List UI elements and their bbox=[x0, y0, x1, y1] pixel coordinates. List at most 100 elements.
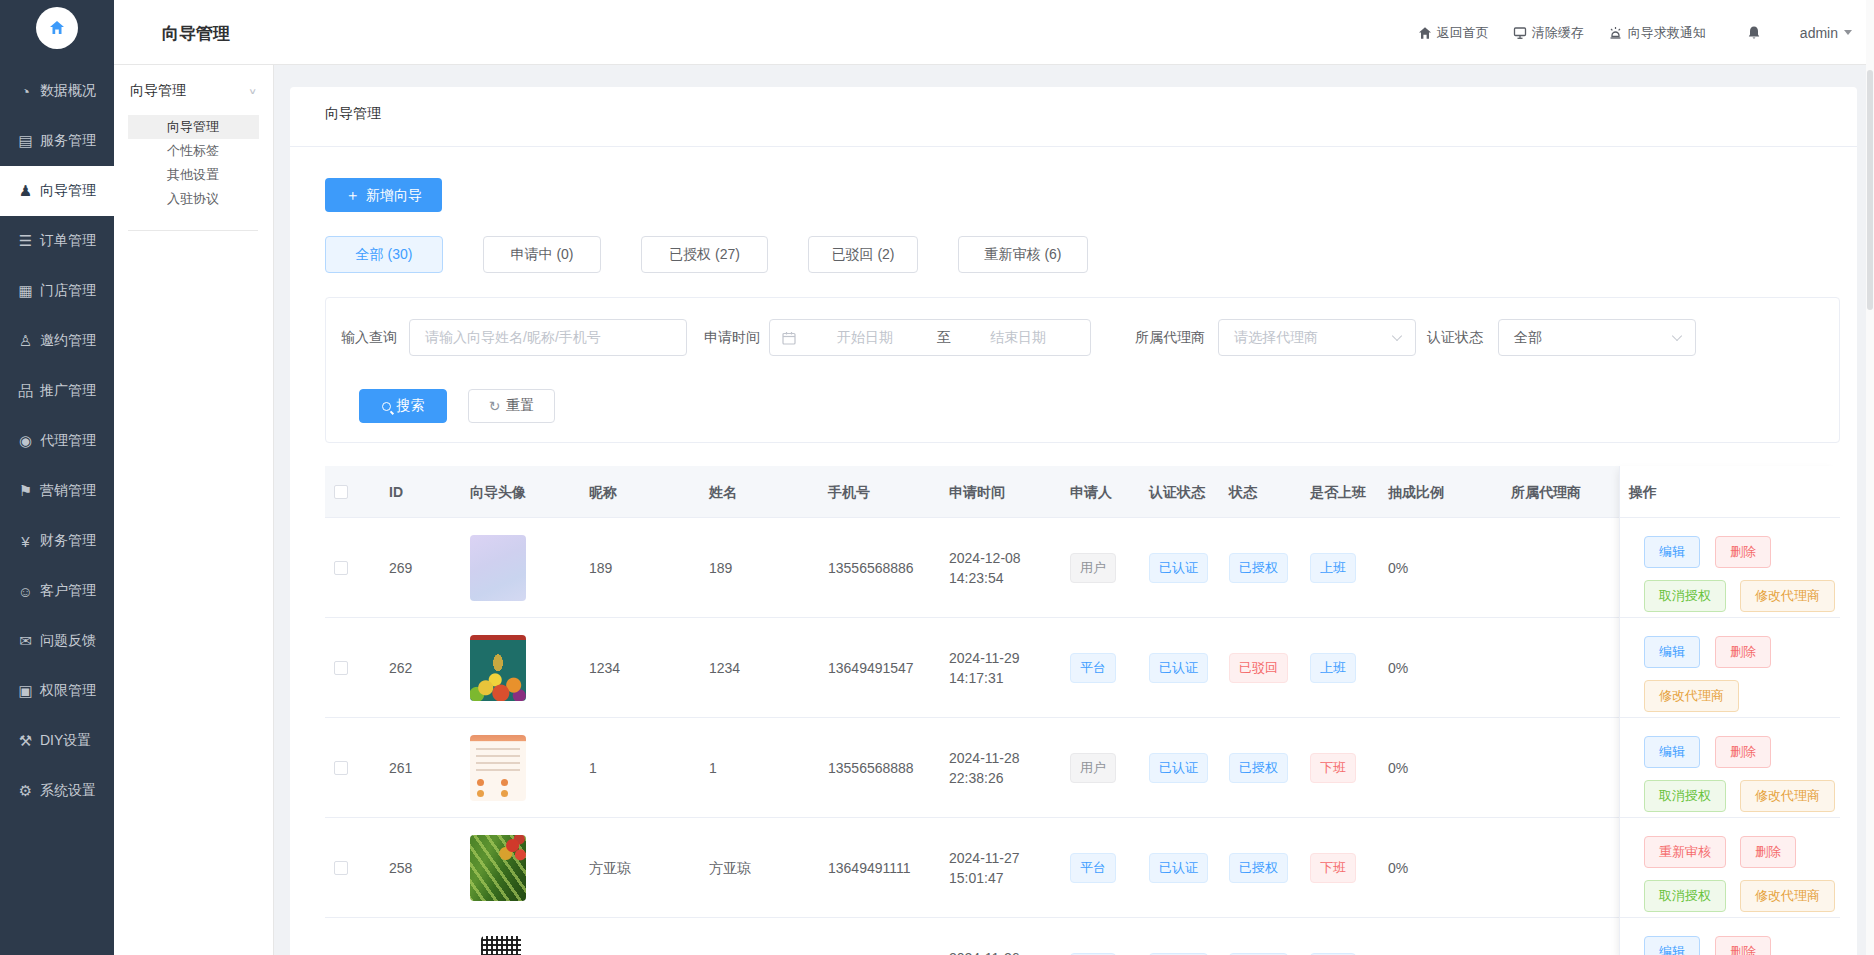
tab-2[interactable]: 已授权 (27) bbox=[641, 236, 768, 273]
time-label: 申请时间 bbox=[704, 319, 760, 356]
guide-avatar[interactable] bbox=[470, 535, 526, 601]
row-checkbox[interactable] bbox=[334, 561, 348, 575]
guide-avatar[interactable] bbox=[481, 936, 521, 955]
date-end-placeholder: 结束日期 bbox=[990, 329, 1046, 347]
screen-icon bbox=[1513, 26, 1532, 40]
guide-avatar[interactable] bbox=[470, 835, 526, 901]
action-button[interactable]: 编辑 bbox=[1644, 536, 1700, 568]
sidebar-item-0[interactable]: ◔数据概况 bbox=[0, 66, 114, 116]
add-guide-button[interactable]: ＋新增向导 bbox=[325, 178, 442, 212]
user-menu[interactable]: admin bbox=[1800, 25, 1852, 41]
status-badge: 已授权 bbox=[1229, 553, 1288, 583]
action-button[interactable]: 修改代理商 bbox=[1644, 680, 1739, 712]
sidebar-item-10[interactable]: ☺客户管理 bbox=[0, 566, 114, 616]
table-row-1: 26212341234136494915472024-11-2914:17:31… bbox=[325, 618, 1840, 718]
action-button[interactable]: 重新审核 bbox=[1644, 836, 1726, 868]
sidebar-item-11[interactable]: ✉问题反馈 bbox=[0, 616, 114, 666]
action-button[interactable]: 删除 bbox=[1715, 736, 1771, 768]
scrollbar-thumb[interactable] bbox=[1867, 70, 1873, 310]
sidebar-item-icon: ▣ bbox=[17, 682, 34, 700]
sidebar-item-3[interactable]: ☰订单管理 bbox=[0, 216, 114, 266]
table-row-0: 269189189135565688862024-12-0814:23:54用户… bbox=[325, 518, 1840, 618]
tab-4[interactable]: 重新审核 (6) bbox=[958, 236, 1088, 273]
submenu-item-0[interactable]: 向导管理 bbox=[128, 115, 259, 139]
action-button[interactable]: 修改代理商 bbox=[1740, 580, 1835, 612]
action-button[interactable]: 删除 bbox=[1715, 636, 1771, 668]
breadcrumb: 向导管理 bbox=[325, 105, 381, 123]
tab-3[interactable]: 已驳回 (2) bbox=[808, 236, 918, 273]
sidebar-item-6[interactable]: 品推广管理 bbox=[0, 366, 114, 416]
cell-nickname: 189 bbox=[589, 518, 612, 618]
logo[interactable] bbox=[0, 0, 114, 56]
sidebar-item-label: 数据概况 bbox=[40, 82, 96, 100]
action-button[interactable]: 取消授权 bbox=[1644, 880, 1726, 912]
sidebar-item-4[interactable]: ▦门店管理 bbox=[0, 266, 114, 316]
action-button[interactable]: 取消授权 bbox=[1644, 780, 1726, 812]
query-input[interactable]: 请输入向导姓名/昵称/手机号 bbox=[409, 319, 687, 356]
query-placeholder: 请输入向导姓名/昵称/手机号 bbox=[425, 329, 601, 347]
sidebar-item-icon: ♟ bbox=[17, 182, 34, 200]
column-header-applicant: 申请人 bbox=[1070, 466, 1112, 518]
agent-placeholder: 请选择代理商 bbox=[1234, 329, 1318, 347]
username: admin bbox=[1800, 25, 1838, 41]
row-checkbox[interactable] bbox=[334, 761, 348, 775]
reset-button[interactable]: ↻重置 bbox=[468, 389, 555, 423]
submenu-header[interactable]: 向导管理 ∨ bbox=[130, 79, 257, 103]
sidebar-item-12[interactable]: ▣权限管理 bbox=[0, 666, 114, 716]
sidebar-item-8[interactable]: ⚑营销管理 bbox=[0, 466, 114, 516]
action-button[interactable]: 编辑 bbox=[1644, 936, 1700, 955]
sidebar-item-label: 代理管理 bbox=[40, 432, 96, 450]
cell-ratio: 0% bbox=[1388, 718, 1408, 818]
sidebar-item-5[interactable]: ♙邀约管理 bbox=[0, 316, 114, 366]
sidebar-item-14[interactable]: ⚙系统设置 bbox=[0, 766, 114, 816]
auth-badge: 已认证 bbox=[1149, 853, 1208, 883]
sidebar-item-2[interactable]: ♟向导管理 bbox=[0, 166, 114, 216]
plus-icon: ＋ bbox=[345, 186, 360, 203]
column-header-agent: 所属代理商 bbox=[1511, 466, 1581, 518]
sidebar-item-label: 系统设置 bbox=[40, 782, 96, 800]
topbar-link-2[interactable]: 向导求救通知 bbox=[1608, 24, 1706, 42]
cell-nickname: 1 bbox=[589, 718, 597, 818]
caret-down-icon bbox=[1844, 30, 1852, 35]
cell-apply-time: 2024-11-26 bbox=[949, 948, 1020, 955]
row-checkbox[interactable] bbox=[334, 861, 348, 875]
action-button[interactable]: 修改代理商 bbox=[1740, 780, 1835, 812]
cell-nickname: 1234 bbox=[589, 618, 620, 718]
guide-avatar[interactable] bbox=[470, 735, 526, 801]
submenu-item-2[interactable]: 其他设置 bbox=[128, 163, 259, 187]
action-button[interactable]: 删除 bbox=[1740, 836, 1796, 868]
action-button[interactable]: 修改代理商 bbox=[1740, 880, 1835, 912]
cell-name: 方亚琼 bbox=[709, 818, 751, 918]
notification-bell-icon[interactable] bbox=[1746, 25, 1762, 41]
sidebar-item-13[interactable]: ⚒DIY设置 bbox=[0, 716, 114, 766]
date-range-input[interactable]: 开始日期 至 结束日期 bbox=[769, 319, 1091, 356]
chevron-down-icon bbox=[1392, 331, 1402, 341]
select-all-checkbox[interactable] bbox=[334, 485, 348, 499]
filter-panel: 输入查询 请输入向导姓名/昵称/手机号 申请时间 开始日期 至 结束日期 所属代… bbox=[325, 297, 1840, 443]
tab-1[interactable]: 申请中 (0) bbox=[483, 236, 601, 273]
sidebar-item-9[interactable]: ¥财务管理 bbox=[0, 516, 114, 566]
action-button[interactable]: 编辑 bbox=[1644, 636, 1700, 668]
submenu-item-1[interactable]: 个性标签 bbox=[128, 139, 259, 163]
submenu-item-3[interactable]: 入驻协议 bbox=[128, 187, 259, 211]
action-button[interactable]: 取消授权 bbox=[1644, 580, 1726, 612]
auth-status-select[interactable]: 全部 bbox=[1498, 319, 1696, 356]
page-title: 向导管理 bbox=[162, 22, 230, 45]
action-button[interactable]: 编辑 bbox=[1644, 736, 1700, 768]
row-checkbox[interactable] bbox=[334, 661, 348, 675]
agent-select[interactable]: 请选择代理商 bbox=[1218, 319, 1416, 356]
sidebar-item-label: 订单管理 bbox=[40, 232, 96, 250]
action-button[interactable]: 删除 bbox=[1715, 536, 1771, 568]
tab-0[interactable]: 全部 (30) bbox=[325, 236, 443, 273]
topbar-link-1[interactable]: 清除缓存 bbox=[1513, 24, 1584, 42]
auth-status-label: 认证状态 bbox=[1427, 319, 1483, 356]
table-row-4: 2024-11-26平台已认证已授权上班编辑删除 bbox=[325, 918, 1840, 955]
guide-avatar[interactable] bbox=[470, 635, 526, 701]
sidebar-item-icon: ▦ bbox=[17, 282, 34, 300]
sidebar-item-7[interactable]: ◉代理管理 bbox=[0, 416, 114, 466]
scrollbar[interactable] bbox=[1866, 0, 1874, 955]
search-button[interactable]: 搜索 bbox=[359, 389, 447, 423]
action-button[interactable]: 删除 bbox=[1715, 936, 1771, 955]
topbar-link-0[interactable]: 返回首页 bbox=[1418, 24, 1489, 42]
sidebar-item-1[interactable]: ▤服务管理 bbox=[0, 116, 114, 166]
